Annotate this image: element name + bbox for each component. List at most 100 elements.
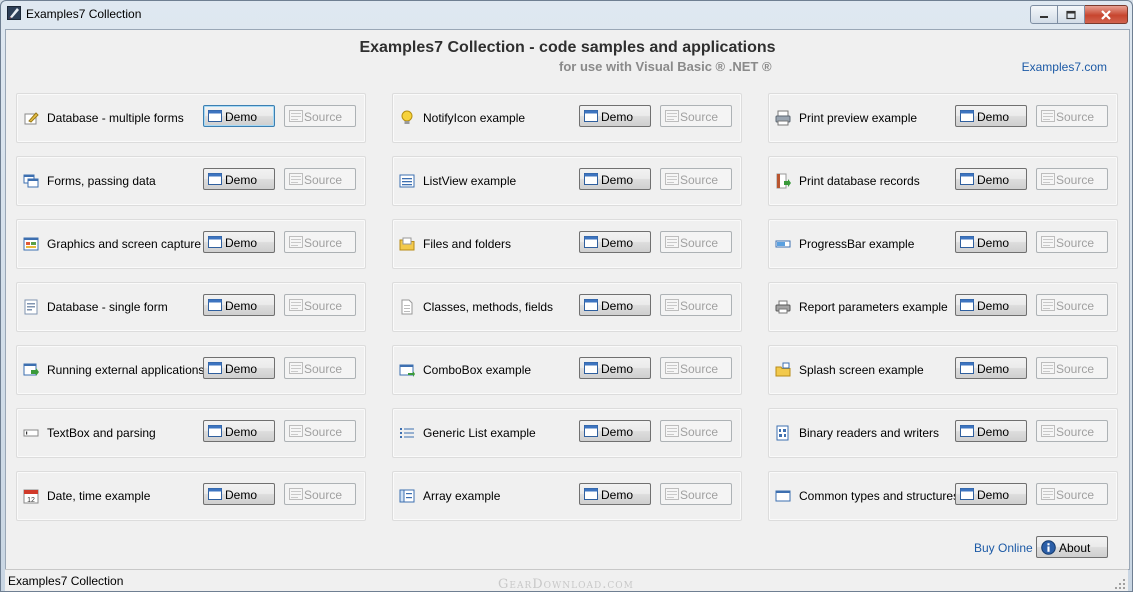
window-icon: [584, 425, 598, 437]
print-preview-icon: [775, 110, 791, 126]
demo-button[interactable]: Demo: [579, 357, 651, 379]
demo-button[interactable]: Demo: [955, 420, 1027, 442]
source-code-icon: [665, 236, 679, 248]
demo-button[interactable]: Demo: [955, 168, 1027, 190]
source-button[interactable]: Source: [660, 168, 732, 190]
window-controls: [1030, 5, 1128, 24]
close-button[interactable]: [1085, 5, 1128, 24]
example-panel: ListView example Demo Source: [392, 156, 742, 206]
demo-button[interactable]: Demo: [955, 231, 1027, 253]
demo-button[interactable]: Demo: [955, 357, 1027, 379]
source-button[interactable]: Source: [284, 105, 356, 127]
main-content: Examples7 Collection - code samples and …: [5, 29, 1130, 570]
demo-button[interactable]: Demo: [203, 294, 275, 316]
demo-button[interactable]: Demo: [955, 105, 1027, 127]
source-button[interactable]: Source: [660, 420, 732, 442]
source-button[interactable]: Source: [1036, 105, 1108, 127]
source-label: Source: [304, 299, 343, 313]
example-panel: Binary readers and writers Demo Source: [768, 408, 1118, 458]
demo-button[interactable]: Demo: [579, 294, 651, 316]
demo-button[interactable]: Demo: [203, 420, 275, 442]
website-link[interactable]: Examples7.com: [1022, 60, 1107, 74]
demo-label: Demo: [977, 173, 1010, 187]
window-icon: [584, 488, 598, 500]
source-button[interactable]: Source: [660, 483, 732, 505]
window-icon: [584, 362, 598, 374]
watermark: GearDownload.com: [498, 577, 634, 592]
source-code-icon: [289, 425, 303, 437]
textbox-icon: [23, 429, 39, 437]
source-button[interactable]: Source: [660, 294, 732, 316]
document-icon: [401, 299, 413, 315]
demo-button[interactable]: Demo: [203, 483, 275, 505]
form-icon: [24, 299, 38, 315]
source-label: Source: [1056, 299, 1095, 313]
status-bar: Examples7 Collection GearDownload.com: [5, 569, 1128, 592]
demo-button[interactable]: Demo: [579, 168, 651, 190]
example-panel: Common types and structures Demo Source: [768, 471, 1118, 521]
buy-online-link[interactable]: Buy Online: [974, 541, 1033, 555]
source-button[interactable]: Source: [1036, 357, 1108, 379]
source-button[interactable]: Source: [284, 483, 356, 505]
source-label: Source: [1056, 488, 1095, 502]
example-panel: ComboBox example Demo Source: [392, 345, 742, 395]
example-label: Splash screen example: [799, 363, 924, 377]
combobox-icon: [399, 364, 415, 377]
example-label: Print preview example: [799, 111, 918, 125]
example-label: Date, time example: [47, 489, 151, 503]
source-button[interactable]: Source: [660, 231, 732, 253]
source-label: Source: [680, 425, 719, 439]
demo-button[interactable]: Demo: [579, 105, 651, 127]
demo-label: Demo: [225, 236, 258, 250]
example-panel: Splash screen example Demo Source: [768, 345, 1118, 395]
source-button[interactable]: Source: [1036, 231, 1108, 253]
demo-button[interactable]: Demo: [955, 294, 1027, 316]
window-icon: [584, 173, 598, 185]
source-label: Source: [1056, 425, 1095, 439]
minimize-icon: [1040, 15, 1048, 18]
demo-button[interactable]: Demo: [579, 420, 651, 442]
run-app-icon: [23, 363, 39, 376]
demo-button[interactable]: Demo: [203, 231, 275, 253]
window-icon: [208, 173, 222, 185]
source-button[interactable]: Source: [284, 294, 356, 316]
demo-button[interactable]: Demo: [579, 483, 651, 505]
source-button[interactable]: Source: [660, 105, 732, 127]
demo-label: Demo: [977, 110, 1010, 124]
source-button[interactable]: Source: [284, 420, 356, 442]
demo-button[interactable]: Demo: [955, 483, 1027, 505]
title-bar[interactable]: Examples7 Collection: [1, 1, 1132, 28]
source-label: Source: [1056, 110, 1095, 124]
example-panel: Classes, methods, fields Demo Source: [392, 282, 742, 332]
example-panel: NotifyIcon example Demo Source: [392, 93, 742, 143]
window-icon: [960, 236, 974, 248]
printer-icon: [775, 300, 791, 314]
minimize-button[interactable]: [1030, 5, 1058, 24]
demo-button[interactable]: Demo: [203, 168, 275, 190]
demo-button[interactable]: Demo: [203, 105, 275, 127]
page-subtitle: for use with Visual Basic ® .NET ®: [559, 59, 772, 74]
about-button[interactable]: About: [1036, 536, 1108, 558]
source-button[interactable]: Source: [1036, 294, 1108, 316]
resize-grip-icon[interactable]: [1114, 578, 1126, 590]
source-button[interactable]: Source: [1036, 168, 1108, 190]
source-button[interactable]: Source: [284, 168, 356, 190]
source-button[interactable]: Source: [660, 357, 732, 379]
graphics-icon: [23, 237, 39, 251]
source-button[interactable]: Source: [284, 231, 356, 253]
demo-label: Demo: [225, 425, 258, 439]
demo-button[interactable]: Demo: [579, 231, 651, 253]
source-code-icon: [289, 236, 303, 248]
source-button[interactable]: Source: [1036, 420, 1108, 442]
source-button[interactable]: Source: [1036, 483, 1108, 505]
source-code-icon: [289, 299, 303, 311]
source-button[interactable]: Source: [284, 357, 356, 379]
maximize-button[interactable]: [1058, 5, 1085, 24]
window-icon: [960, 488, 974, 500]
calendar-icon: 12: [23, 489, 39, 504]
example-label: Common types and structures: [799, 489, 960, 503]
example-label: ComboBox example: [423, 363, 532, 377]
demo-button[interactable]: Demo: [203, 357, 275, 379]
demo-label: Demo: [601, 488, 634, 502]
info-icon: [1041, 540, 1056, 555]
